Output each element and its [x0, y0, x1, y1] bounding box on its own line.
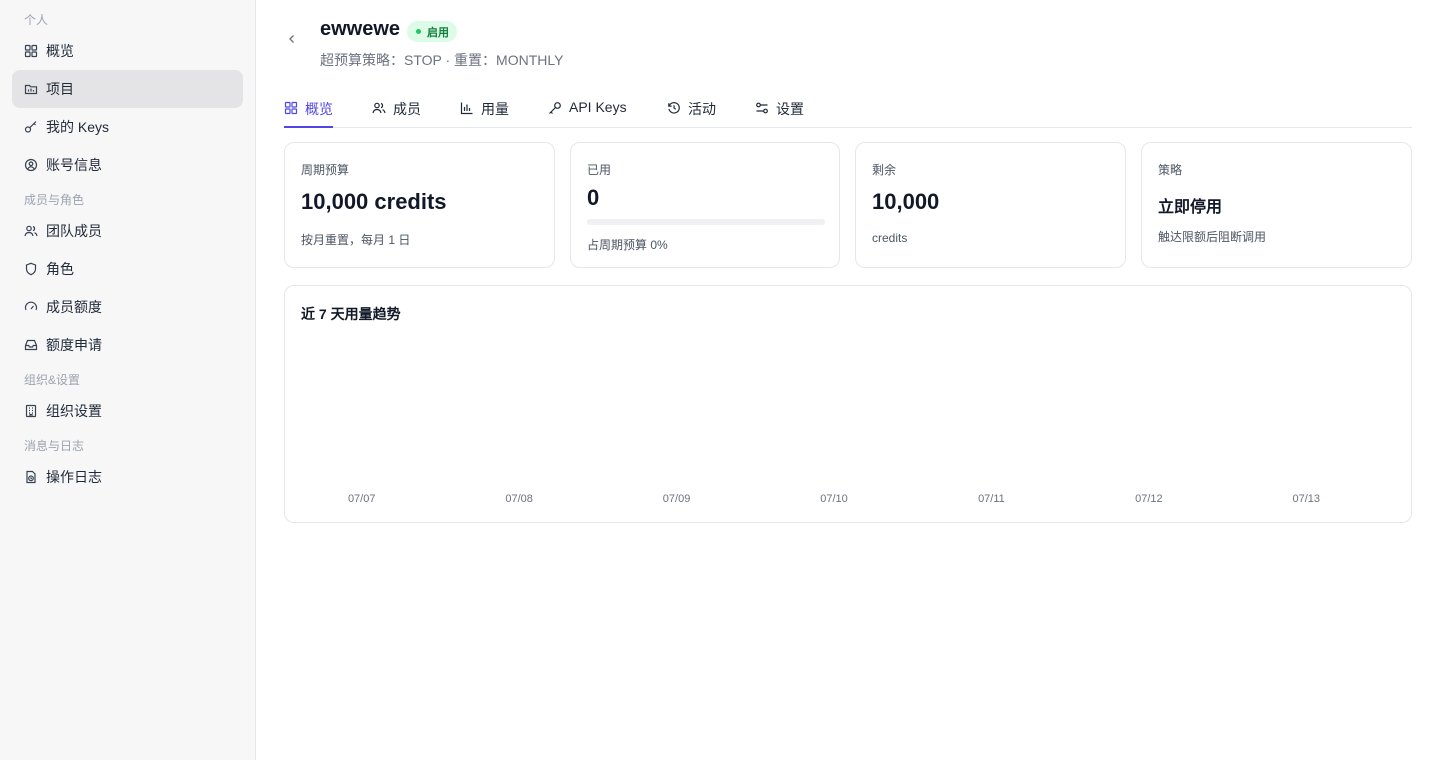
sidebar-section-members: 成员与角色: [24, 193, 85, 207]
gauge-icon: [24, 300, 38, 314]
sidebar-section-logs: 消息与日志: [24, 439, 85, 453]
sidebar-item-projects[interactable]: 项目: [12, 70, 243, 108]
chart-x-tick-label: 07/09: [663, 493, 691, 505]
sidebar: 个人 概览 项目 我的 Keys 账号信息 成员与角色 团队成员 角色 成员额度…: [0, 0, 256, 760]
sidebar-item-my-keys[interactable]: 我的 Keys: [12, 108, 243, 146]
bar-chart-icon: [460, 101, 474, 115]
tab-label: API Keys: [569, 99, 627, 115]
tab-usage[interactable]: 用量: [460, 96, 509, 128]
tab-label: 活动: [688, 101, 716, 117]
sidebar-item-label: 项目: [46, 81, 74, 97]
sidebar-item-audit-log[interactable]: 操作日志: [12, 458, 243, 496]
users-icon: [24, 224, 38, 238]
inbox-icon: [24, 338, 38, 352]
remaining-label: 剩余: [872, 163, 897, 177]
tab-label: 概览: [305, 101, 333, 117]
policy-note: 触达限额后阻断调用: [1158, 230, 1267, 244]
tab-bar: 概览 成员 用量 API Keys 活动 设置: [284, 96, 1412, 128]
sidebar-item-org-settings[interactable]: 组织设置: [12, 392, 243, 430]
sidebar-section-personal: 个人: [24, 13, 49, 27]
tab-activity[interactable]: 活动: [667, 96, 716, 128]
sidebar-item-label: 我的 Keys: [46, 119, 110, 135]
building-icon: [24, 404, 38, 418]
sidebar-item-team-members[interactable]: 团队成员: [12, 212, 243, 250]
budget-note: 按月重置，每月 1 日: [301, 233, 411, 247]
grid-icon: [24, 44, 38, 58]
usage-progress-bar: [587, 219, 825, 225]
status-dot-icon: [416, 29, 421, 34]
budget-card: 周期预算 10,000 credits 按月重置，每月 1 日: [284, 142, 555, 268]
sidebar-item-member-quota[interactable]: 成员额度: [12, 288, 243, 326]
shield-icon: [24, 262, 38, 276]
sidebar-item-overview[interactable]: 概览: [12, 32, 243, 70]
chart-x-tick-label: 07/07: [348, 493, 376, 505]
status-badge-label: 启用: [427, 26, 449, 39]
users-icon: [372, 101, 386, 115]
budget-value: 10,000 credits: [301, 189, 447, 214]
used-card: 已用 0 占周期预算 0%: [570, 142, 840, 268]
remaining-note: credits: [872, 231, 908, 245]
sidebar-item-label: 成员额度: [46, 299, 102, 315]
sidebar-item-roles[interactable]: 角色: [12, 250, 243, 288]
sidebar-item-label: 角色: [46, 261, 74, 277]
budget-label: 周期预算: [301, 163, 350, 177]
project-subtitle: 超预算策略：STOP · 重置：MONTHLY: [320, 52, 564, 68]
chart-x-tick-label: 07/13: [1293, 493, 1321, 505]
sidebar-item-label: 操作日志: [46, 469, 102, 485]
sidebar-item-label: 额度申请: [46, 337, 102, 353]
tab-members[interactable]: 成员: [372, 96, 421, 128]
log-icon: [24, 470, 38, 484]
policy-value: 立即停用: [1158, 199, 1223, 216]
used-label: 已用: [587, 163, 612, 177]
policy-label: 策略: [1158, 163, 1183, 177]
chart-x-tick-label: 07/11: [978, 493, 1005, 505]
key-icon: [548, 101, 562, 115]
chart-x-tick-label: 07/08: [505, 493, 533, 505]
sliders-icon: [755, 101, 769, 115]
sidebar-item-quota-request[interactable]: 额度申请: [12, 326, 243, 364]
used-note: 占周期预算 0%: [587, 238, 668, 252]
sidebar-item-label: 账号信息: [46, 157, 102, 173]
policy-card: 策略 立即停用 触达限额后阻断调用: [1141, 142, 1412, 268]
status-badge: 启用: [407, 21, 457, 42]
key-icon: [24, 120, 38, 134]
usage-trend-card: 近 7 天用量趋势 07/07 07/08 07/09 07/10 07/11 07/12…: [284, 285, 1412, 523]
back-button[interactable]: [284, 31, 300, 47]
sidebar-item-label: 概览: [46, 43, 74, 59]
chart-x-tick-label: 07/12: [1135, 493, 1163, 505]
chevron-left-icon: [289, 35, 294, 43]
sidebar-item-account[interactable]: 账号信息: [12, 146, 243, 184]
grid-icon: [284, 101, 298, 115]
page-title: ewwewe: [320, 18, 401, 40]
folder-icon: [24, 82, 38, 96]
sidebar-item-label: 团队成员: [46, 223, 102, 239]
user-circle-icon: [24, 158, 38, 172]
tab-api-keys[interactable]: API Keys: [548, 96, 627, 128]
tab-settings[interactable]: 设置: [755, 96, 804, 128]
used-value: 0: [587, 185, 600, 210]
tab-label: 用量: [481, 101, 509, 117]
sidebar-item-label: 组织设置: [46, 403, 102, 419]
remaining-value: 10,000: [872, 189, 940, 214]
usage-trend-chart: 07/07 07/08 07/09 07/10 07/11 07/12 07/13: [348, 493, 1321, 505]
tab-label: 成员: [393, 101, 421, 117]
chart-x-tick-label: 07/10: [820, 493, 848, 505]
tab-label: 设置: [776, 101, 804, 117]
history-icon: [667, 101, 681, 115]
sidebar-section-org: 组织&设置: [24, 373, 81, 387]
remaining-card: 剩余 10,000 credits: [855, 142, 1126, 268]
tab-overview[interactable]: 概览: [284, 96, 333, 128]
